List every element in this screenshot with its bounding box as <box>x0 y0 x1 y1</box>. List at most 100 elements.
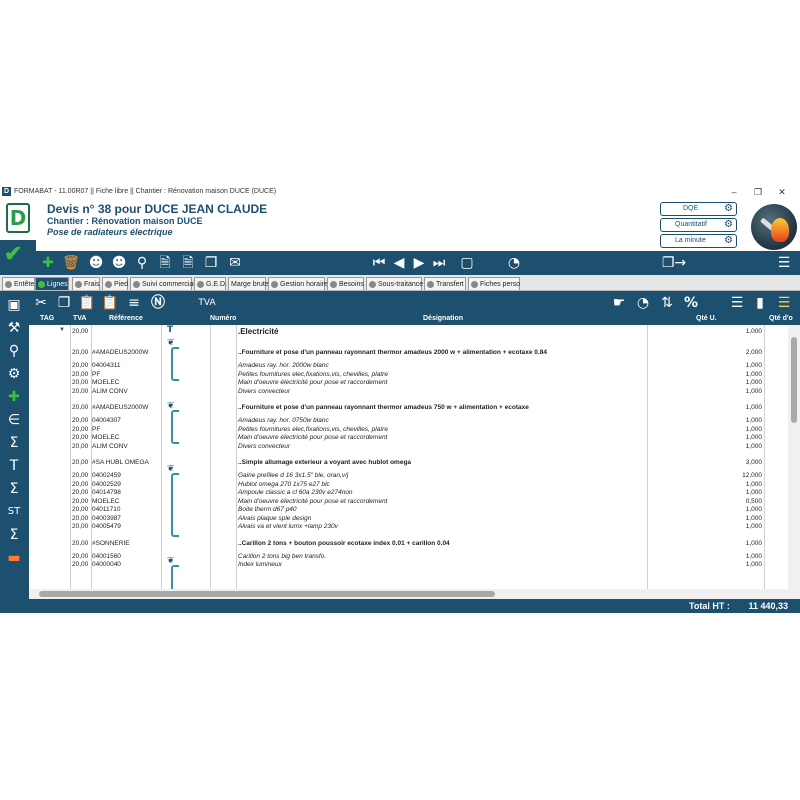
client-icon[interactable]: ☻ <box>86 254 106 272</box>
quantity-cell: 2,000 <box>745 349 762 356</box>
remove-line-icon[interactable]: ▬ <box>4 549 24 567</box>
col-designation[interactable]: Désignation <box>423 315 463 322</box>
reference-cell: MOELEC <box>92 434 120 441</box>
tab-sous-traitance[interactable]: Sous-traitance <box>366 277 423 290</box>
document-icon[interactable]: 🗎 <box>155 254 175 272</box>
tab-besoins[interactable]: Besoins <box>327 277 364 290</box>
table-row[interactable]: 20,00 04005479 Alvais va et vient lumx +la… <box>29 522 788 531</box>
cube-icon[interactable]: ▣ <box>4 296 24 314</box>
col-qte-do[interactable]: Qté d'o <box>769 315 793 322</box>
designation-cell: Alvais va et vient lumx +lamp 230v <box>238 523 338 530</box>
horizontal-scrollbar[interactable] <box>29 589 800 599</box>
tab-frais[interactable]: Frais <box>72 277 100 290</box>
text-align-icon[interactable]: ≡ <box>124 294 144 312</box>
table-row[interactable]: 20,00 #SONNERIE ..Carillon 2 tons + bouton… <box>29 539 788 548</box>
hand-pointer-icon[interactable]: ☛ <box>609 294 629 312</box>
table-row[interactable]: 20,00 04000040 Index lumineux 1,000 <box>29 560 788 569</box>
d-icon[interactable]: Ⓝ <box>148 294 168 312</box>
table-row[interactable]: 20,00 #AMADEUS2000W ..Fourniture et pose d… <box>29 348 788 357</box>
total-sigma-icon[interactable]: Σ <box>4 526 24 544</box>
first-record-icon[interactable]: ⏮ <box>369 254 389 272</box>
la-minute-button[interactable]: La minute ⚙ <box>660 234 737 248</box>
tools-icon[interactable]: ⚙ <box>4 365 24 383</box>
tva-cell: 20,00 <box>72 459 89 466</box>
search-icon[interactable]: ⚲ <box>132 254 152 272</box>
pie-chart-icon[interactable]: ◔ <box>504 254 524 272</box>
sort-icon[interactable]: ⇅ <box>657 294 677 312</box>
sigma-icon[interactable]: Σ <box>4 434 24 452</box>
table-row[interactable]: 20,00 .Electricité 1,000 <box>29 327 788 336</box>
menu-icon[interactable]: ☰ <box>774 294 794 312</box>
new-document-icon[interactable]: ✚ <box>38 254 58 272</box>
table-row[interactable]: 20,00 #SA HUBL OMEGA ..Simple allumage ext… <box>29 458 788 467</box>
article-bracket <box>171 410 179 444</box>
vertical-scroll-thumb[interactable] <box>791 337 797 423</box>
minimize-icon[interactable]: – <box>724 186 744 198</box>
col-tag[interactable]: TAG <box>40 315 54 322</box>
mail-icon[interactable]: ✉ <box>225 254 245 272</box>
quantitatif-button-label: Quantitatif <box>675 221 707 228</box>
vertical-scrollbar[interactable] <box>788 325 800 589</box>
col-qte-u[interactable]: Qté U. <box>696 315 717 322</box>
close-icon[interactable]: ✕ <box>772 186 792 198</box>
lines-toolbar: ✂ ❐ 📋 📋 ≡ Ⓝ TVA ☛ ◔ ⇅ % ☰ ▮ ☰ <box>29 291 800 313</box>
dqe-button[interactable]: DQE ⚙ <box>660 202 737 216</box>
tab-marge-brute[interactable]: Marge brute <box>228 277 269 290</box>
tab-gestion-horaire[interactable]: Gestion horaire <box>268 277 328 290</box>
quantitatif-button[interactable]: Quantitatif ⚙ <box>660 218 737 232</box>
table-row[interactable]: 20,00 #AMADEUS2000W ..Fourniture et pose d… <box>29 403 788 412</box>
st-icon[interactable]: ST <box>4 503 24 521</box>
lines-grid[interactable]: ▼ T 20,00 .Electricité 1,000 20,00 #AMADEUS2… <box>29 325 788 589</box>
table-row[interactable]: 20,00 ALIM CONV Divers convecteur 1,000 <box>29 442 788 451</box>
quantity-cell: 0,500 <box>745 497 762 505</box>
horizontal-scroll-thumb[interactable] <box>39 591 495 597</box>
tab-ged[interactable]: G.E.D. <box>194 277 228 290</box>
pie-chart-icon[interactable]: ◔ <box>633 294 653 312</box>
trash-icon[interactable]: 🗑 <box>61 254 81 272</box>
quantity-cell: 1,000 <box>745 506 762 513</box>
table-row[interactable]: 20,00 ALIM CONV Divers convecteur 1,000 <box>29 387 788 396</box>
copy-document-icon[interactable]: ❐ <box>201 254 221 272</box>
cut-icon[interactable]: ✂ <box>31 294 51 312</box>
add-line-icon[interactable]: ✚ <box>4 388 24 406</box>
menu-icon[interactable]: ☰ <box>774 254 794 272</box>
document-search-icon[interactable]: 🗎 <box>178 254 198 272</box>
search-icon[interactable]: ⚲ <box>4 342 24 360</box>
gear-icon: ⚙ <box>724 235 733 246</box>
tab-lignes[interactable]: Lignes <box>35 277 69 290</box>
reference-cell: 04011710 <box>92 506 121 513</box>
tva-cell: 20,00 <box>72 328 89 335</box>
tva-icon[interactable]: TVA <box>197 294 217 312</box>
percent-icon[interactable]: % <box>681 294 701 312</box>
quantity-cell: 1,000 <box>745 514 762 522</box>
next-record-icon[interactable]: ▶ <box>409 254 429 272</box>
transfer-document-icon[interactable]: ❐→ <box>659 254 689 272</box>
copy-icon[interactable]: ❐ <box>54 294 74 312</box>
list-view-icon[interactable]: ☰ <box>727 294 747 312</box>
comment-t-icon[interactable]: ∈ <box>4 411 24 429</box>
app-window: D FORMABAT - 11.00R07 || Fiche libre || … <box>0 185 800 613</box>
previous-record-icon[interactable]: ◀ <box>389 254 409 272</box>
worker-icon[interactable]: ⚒ <box>4 319 24 337</box>
tva-cell: 20,00 <box>72 480 89 488</box>
tab-label: G.E.D. <box>206 281 228 288</box>
last-record-icon[interactable]: ⏭ <box>429 254 449 272</box>
tab-entete[interactable]: Entête <box>2 277 35 290</box>
title-t-icon[interactable]: T <box>4 457 24 475</box>
tab-transfert[interactable]: Transfert <box>424 277 466 290</box>
clients-search-icon[interactable]: ☻ <box>109 254 129 272</box>
stop-icon[interactable]: ▢ <box>457 254 477 272</box>
col-reference[interactable]: Référence <box>109 315 143 322</box>
subtotal-sigma-icon[interactable]: Σ <box>4 480 24 498</box>
paste-icon[interactable]: 📋 <box>77 294 97 312</box>
tab-pied[interactable]: Pied <box>102 277 128 290</box>
reference-cell: PF <box>92 425 101 433</box>
columns-view-icon[interactable]: ▮ <box>750 294 770 312</box>
reference-cell: 04003987 <box>92 514 121 522</box>
tab-suivi-commercial[interactable]: Suivi commercial <box>130 277 195 290</box>
col-numero[interactable]: Numéro <box>210 315 236 322</box>
col-tva[interactable]: TVA <box>73 315 86 322</box>
maximize-icon[interactable]: ❐ <box>748 186 768 198</box>
tab-fiches-perso[interactable]: Fiches perso <box>468 277 520 290</box>
paste-special-icon[interactable]: 📋 <box>100 294 120 312</box>
